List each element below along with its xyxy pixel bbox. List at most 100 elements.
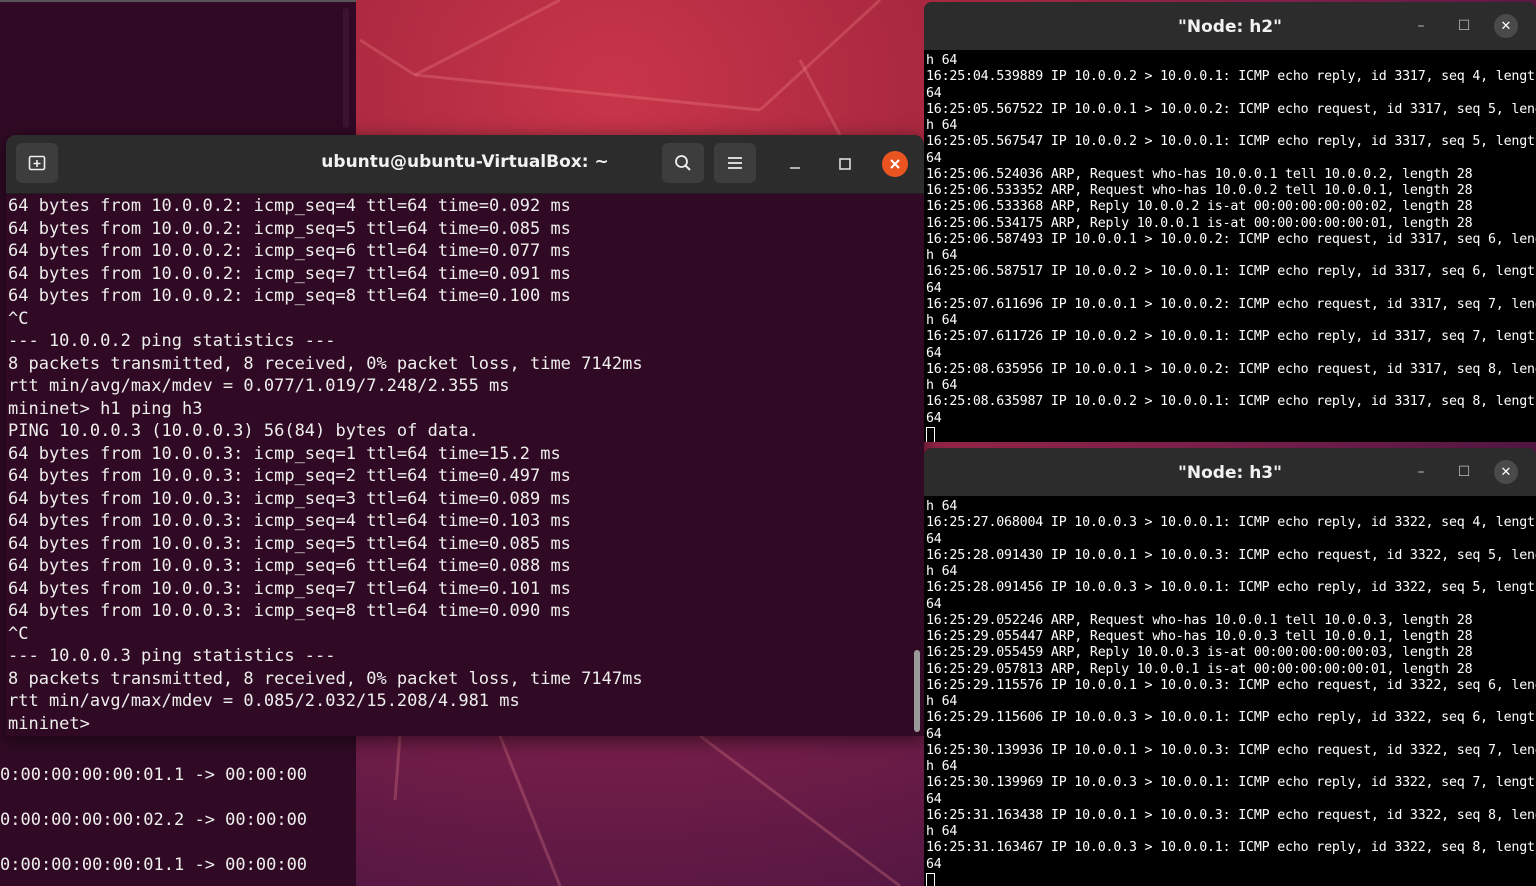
terminal-line: 16:25:29.052246 ARP, Request who-has 10.… [926,612,1473,628]
terminal-line: 16:25:08.635987 IP 10.0.0.2 > 10.0.0.1: … [926,394,1536,410]
scrollbar[interactable] [343,8,349,128]
terminal-line: 16:25:06.534175 ARP, Reply 10.0.0.1 is-a… [926,215,1473,231]
maximize-button[interactable]: ☐ [1452,460,1476,484]
terminal-line: 64 bytes from 10.0.0.2: icmp_seq=4 ttl=6… [8,196,571,216]
xterm-output[interactable]: h 64 16:25:04.539889 IP 10.0.0.2 > 10.0.0… [926,53,1536,442]
terminal-line: 64 [926,150,942,166]
terminal-line: 16:25:06.533368 ARP, Reply 10.0.0.2 is-a… [926,199,1473,215]
terminal-line: 8 packets transmitted, 8 received, 0% pa… [8,353,643,374]
terminal-line: 16:25:06.587517 IP 10.0.0.2 > 10.0.0.1: … [926,264,1536,280]
terminal-line: 0:00:00:00:00:01.1 -> 00:00:00 [0,855,308,875]
terminal-line: 64 [926,726,942,742]
terminal-line: 16:25:06.533352 ARP, Request who-has 10.… [926,183,1473,198]
xterm-titlebar[interactable]: "Node: h2" – ☐ ✕ [924,2,1536,50]
terminal-line: 16:25:27.068004 IP 10.0.0.3 > 10.0.0.1: … [926,515,1536,531]
terminal-line: 16:25:08.635956 IP 10.0.0.1 > 10.0.0.2: … [926,361,1536,377]
terminal-line: 64 bytes from 10.0.0.2: icmp_seq=6 ttl=6… [8,241,571,261]
window-border [0,0,356,2]
terminal-line: h 64 [926,248,958,263]
minimize-icon: – [1417,18,1425,34]
terminal-line: 16:25:31.163467 IP 10.0.0.3 > 10.0.0.1: … [926,840,1536,856]
terminal-line: 64 [926,85,942,101]
terminal-line: 16:25:29.115576 IP 10.0.0.1 > 10.0.0.3: … [926,677,1536,693]
close-button[interactable]: ✕ [1494,460,1518,484]
terminal-line: mininet> [8,713,101,734]
close-icon: ✕ [1500,464,1512,480]
window-title: "Node: h3" [1178,463,1282,483]
terminal-line: 64 bytes from 10.0.0.3: icmp_seq=7 ttl=6… [8,578,571,599]
terminal-line: 64 bytes from 10.0.0.3: icmp_seq=3 ttl=6… [8,488,571,509]
node-h3-window[interactable]: "Node: h3" – ☐ ✕ h 64 16:25:27.068004 IP … [924,448,1536,886]
terminal-line: mininet> h1 ping h3 [8,398,203,419]
terminal-line: 64 bytes from 10.0.0.3: icmp_seq=4 ttl=6… [8,511,571,531]
minimize-icon: – [1417,464,1425,480]
terminal-line: ^C [8,623,29,644]
close-button[interactable]: ✕ [1494,14,1518,38]
text-cursor [926,426,935,442]
close-icon: ✕ [1500,18,1512,34]
xterm-output[interactable]: h 64 16:25:27.068004 IP 10.0.0.3 > 10.0.0… [926,499,1536,886]
terminal-line: 64 [926,345,942,361]
terminal-line: 64 bytes from 10.0.0.2: icmp_seq=5 ttl=6… [8,218,571,239]
terminal-line: 16:25:07.611726 IP 10.0.0.2 > 10.0.0.1: … [926,329,1536,345]
terminal-cursor-line [926,872,1536,886]
terminal-line: 64 [926,791,942,807]
terminal-line: 64 bytes from 10.0.0.3: icmp_seq=6 ttl=6… [8,556,571,576]
terminal-line: 16:25:28.091456 IP 10.0.0.3 > 10.0.0.1: … [926,580,1536,596]
terminal-line: 16:25:05.567547 IP 10.0.0.2 > 10.0.0.1: … [926,134,1536,150]
hamburger-menu-icon [728,157,742,169]
terminal-line: 16:25:06.587493 IP 10.0.0.1 > 10.0.0.2: … [926,231,1536,247]
xterm-titlebar[interactable]: "Node: h3" – ☐ ✕ [924,448,1536,496]
terminal-line: rtt min/avg/max/mdev = 0.085/2.032/15.20… [8,691,520,711]
terminal-line: 16:25:28.091430 IP 10.0.0.1 > 10.0.0.3: … [926,547,1536,563]
terminal-output[interactable]: 64 bytes from 10.0.0.2: icmp_seq=4 ttl=6… [8,195,910,736]
terminal-line: 16:25:04.539889 IP 10.0.0.2 > 10.0.0.1: … [926,69,1536,85]
terminal-line: 16:25:31.163438 IP 10.0.0.1 > 10.0.0.3: … [926,807,1536,823]
scrollbar[interactable] [914,650,920,732]
node-h2-window[interactable]: "Node: h2" – ☐ ✕ h 64 16:25:04.539889 IP … [924,2,1536,442]
terminal-line: h 64 [926,378,958,393]
terminal-line: 16:25:29.057813 ARP, Reply 10.0.0.1 is-a… [926,661,1473,677]
minimize-button[interactable]: – [1409,14,1433,38]
close-icon [890,159,900,169]
terminal-line: 64 bytes from 10.0.0.3: icmp_seq=1 ttl=6… [8,443,561,464]
maximize-icon [839,158,851,170]
maximize-icon: ☐ [1457,18,1471,34]
terminal-line: --- 10.0.0.2 ping statistics --- [8,331,336,351]
terminal-line: 64 [926,856,942,872]
terminal-line: 0:00:00:00:00:01.1 -> 00:00:00 [0,765,308,785]
search-icon [675,155,691,171]
terminal-headerbar[interactable]: ubuntu@ubuntu-VirtualBox: ~ [6,135,924,194]
terminal-line: h 64 [926,564,958,579]
minimize-button[interactable]: – [1409,460,1433,484]
menu-button[interactable] [714,143,756,183]
terminal-cursor-line [926,426,1536,442]
terminal-line: --- 10.0.0.3 ping statistics --- [8,646,336,666]
terminal-line: 64 bytes from 10.0.0.3: icmp_seq=8 ttl=6… [8,601,571,621]
terminal-line: ^C [8,308,29,329]
maximize-button[interactable]: ☐ [1452,14,1476,38]
terminal-line: 64 bytes from 10.0.0.3: icmp_seq=2 ttl=6… [8,466,571,486]
terminal-line: h 64 [926,313,958,328]
maximize-button[interactable] [832,151,858,177]
terminal-line: 16:25:05.567522 IP 10.0.0.1 > 10.0.0.2: … [926,101,1536,117]
terminal-line: 16:25:07.611696 IP 10.0.0.1 > 10.0.0.2: … [926,296,1536,312]
text-cursor [926,872,935,886]
terminal-line: h 64 [926,759,958,774]
close-button[interactable] [882,151,908,177]
terminal-line: 0:00:00:00:00:02.2 -> 00:00:00 [0,810,308,830]
search-button[interactable] [662,143,704,183]
terminal-line: h 64 [926,499,958,514]
minimize-button[interactable] [782,151,808,177]
terminal-line: 64 [926,596,942,612]
minimize-icon [790,167,800,169]
terminal-line: 64 bytes from 10.0.0.2: icmp_seq=8 ttl=6… [8,286,571,306]
main-terminal-window[interactable]: ubuntu@ubuntu-VirtualBox: ~ 64 bytes fro… [6,135,924,736]
terminal-line: 64 bytes from 10.0.0.2: icmp_seq=7 ttl=6… [8,263,571,284]
window-title: "Node: h2" [1178,17,1282,37]
terminal-line: 8 packets transmitted, 8 received, 0% pa… [8,668,643,689]
terminal-line: h 64 [926,694,958,709]
terminal-line: rtt min/avg/max/mdev = 0.077/1.019/7.248… [8,376,510,396]
terminal-line: 16:25:30.139936 IP 10.0.0.1 > 10.0.0.3: … [926,742,1536,758]
terminal-line: PING 10.0.0.3 (10.0.0.3) 56(84) bytes of… [8,421,479,441]
